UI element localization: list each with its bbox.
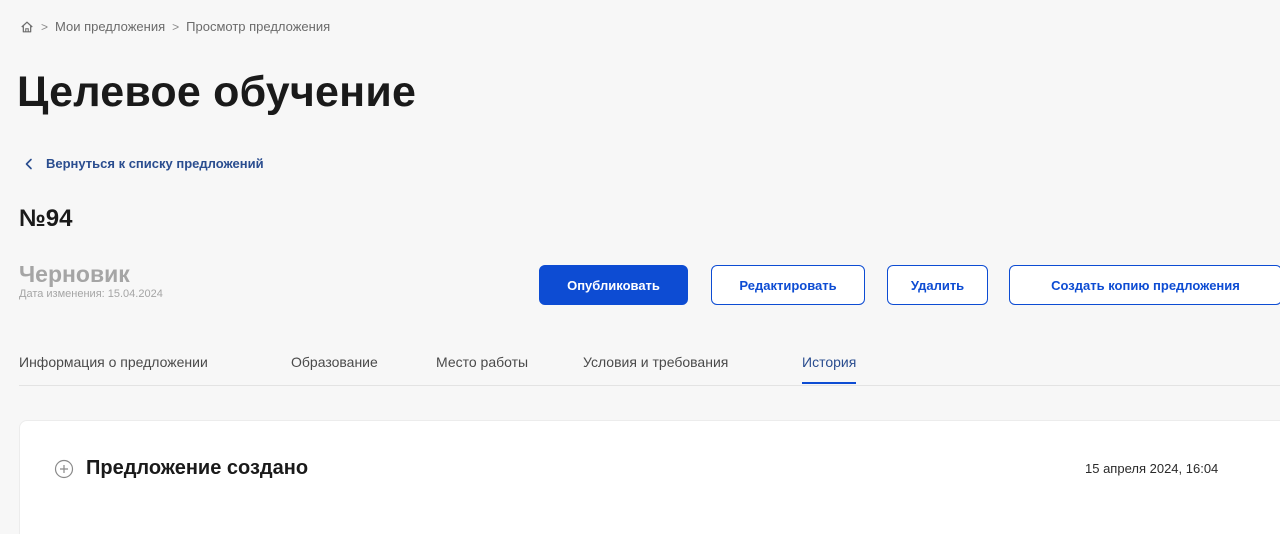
plus-circle-icon xyxy=(54,459,74,479)
history-item-toggle[interactable]: Предложение создано xyxy=(54,457,308,480)
tab-history[interactable]: История xyxy=(802,354,857,384)
edit-button[interactable]: Редактировать xyxy=(711,265,865,305)
publish-button[interactable]: Опубликовать xyxy=(539,265,688,305)
delete-button[interactable]: Удалить xyxy=(887,265,988,305)
tab-education[interactable]: Образование xyxy=(291,354,378,384)
page: > Мои предложения > Просмотр предложения… xyxy=(0,0,1280,534)
history-item-date: 15 апреля 2024, 16:04 xyxy=(1085,461,1219,476)
chevron-left-icon xyxy=(24,158,34,170)
status-block: Черновик Дата изменения: 15.04.2024 xyxy=(19,261,163,300)
home-icon[interactable] xyxy=(20,20,34,34)
breadcrumb-separator: > xyxy=(41,19,49,34)
history-card: Предложение создано 15 апреля 2024, 16:0… xyxy=(19,420,1280,534)
tab-workplace[interactable]: Место работы xyxy=(436,354,528,384)
status-changed-date: Дата изменения: 15.04.2024 xyxy=(19,288,163,300)
breadcrumb-separator: > xyxy=(172,19,180,34)
status-label: Черновик xyxy=(19,261,130,287)
offer-number: №94 xyxy=(19,205,73,232)
back-link-label: Вернуться к списку предложений xyxy=(46,156,264,171)
breadcrumb-item-view-offer[interactable]: Просмотр предложения xyxy=(186,19,330,34)
breadcrumb: > Мои предложения > Просмотр предложения xyxy=(20,19,330,34)
breadcrumb-item-my-offers[interactable]: Мои предложения xyxy=(55,19,165,34)
history-item-title: Предложение создано xyxy=(86,457,309,479)
back-to-list-link[interactable]: Вернуться к списку предложений xyxy=(24,156,264,171)
tabs: Информация о предложении Образование Мес… xyxy=(19,354,1280,386)
create-copy-button[interactable]: Создать копию предложения xyxy=(1009,265,1280,305)
tab-offer-info[interactable]: Информация о предложении xyxy=(19,354,208,384)
tab-conditions[interactable]: Условия и требования xyxy=(583,354,728,384)
page-title: Целевое обучение xyxy=(17,68,417,116)
